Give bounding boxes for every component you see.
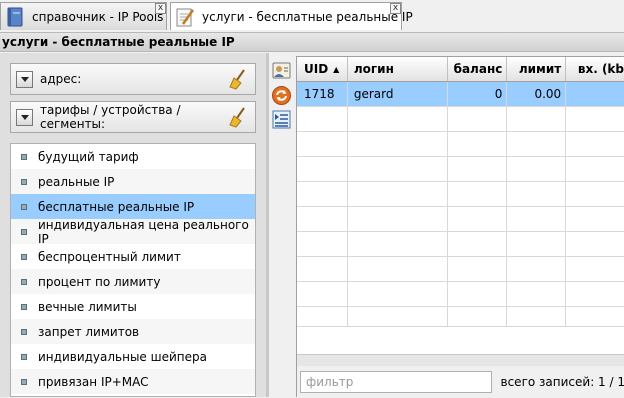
list-item-label: вечные лимиты bbox=[38, 299, 137, 314]
tab-bar: справочник - IP Pools x услуги - бесплат… bbox=[0, 0, 624, 32]
list-item[interactable]: вечные лимиты bbox=[11, 294, 255, 319]
cell-balance: 0 bbox=[448, 82, 508, 106]
pencil-icon bbox=[176, 8, 195, 26]
tab-label: справочник - IP Pools bbox=[32, 9, 164, 24]
services-list: будущий тариф реальные IP бесплатные реа… bbox=[10, 143, 256, 397]
list-item[interactable]: индивидуальная цена реального IP bbox=[11, 217, 255, 246]
filter-input[interactable] bbox=[300, 371, 492, 393]
table-row[interactable]: 1718 gerard 0 0.00 bbox=[297, 82, 624, 107]
user-card-icon[interactable] bbox=[271, 60, 292, 81]
bullet-icon bbox=[21, 303, 27, 310]
close-icon[interactable]: x bbox=[390, 3, 401, 14]
bullet-icon bbox=[21, 203, 27, 210]
bullet-icon bbox=[21, 253, 27, 260]
empty-row bbox=[297, 107, 624, 132]
list-item-label: беспроцентный лимит bbox=[38, 249, 181, 264]
empty-row bbox=[297, 307, 624, 327]
list-item[interactable]: будущий тариф bbox=[11, 144, 255, 169]
refresh-icon[interactable] bbox=[271, 85, 292, 106]
column-header-login[interactable]: логин bbox=[348, 57, 448, 81]
list-item[interactable]: реальные IP bbox=[11, 169, 255, 194]
grid-footer: всего записей: 1 / 1 bbox=[297, 366, 624, 398]
address-filter: адрес: bbox=[10, 63, 256, 95]
page-title: услуги - бесплатные реальные IP bbox=[0, 32, 624, 52]
broom-icon[interactable] bbox=[227, 68, 249, 90]
chevron-down-icon[interactable] bbox=[16, 70, 33, 88]
cell-limit: 0.00 bbox=[507, 82, 567, 106]
list-item-label: бесплатные реальные IP bbox=[38, 199, 195, 214]
list-item-label: запрет лимитов bbox=[38, 324, 140, 339]
empty-row bbox=[297, 132, 624, 157]
list-item-label: индивидуальные шейпера bbox=[38, 349, 207, 364]
column-header-balance[interactable]: баланс bbox=[448, 57, 508, 81]
cell-uid: 1718 bbox=[297, 82, 348, 106]
list-item-label: будущий тариф bbox=[38, 149, 139, 164]
tariffs-filter: тарифы / устройства / сегменты: bbox=[10, 101, 256, 133]
list-item[interactable]: беспроцентный лимит bbox=[11, 244, 255, 269]
cell-login: gerard bbox=[348, 82, 448, 106]
chevron-down-icon[interactable] bbox=[16, 108, 33, 126]
bullet-icon bbox=[21, 178, 27, 185]
list-item[interactable]: процент по лимиту bbox=[11, 269, 255, 294]
address-filter-label: адрес: bbox=[40, 72, 82, 86]
bullet-icon bbox=[21, 328, 27, 335]
list-item[interactable]: индивидуальные шейпера bbox=[11, 344, 255, 369]
horizontal-scrollbar[interactable] bbox=[297, 354, 624, 366]
left-panel: адрес: тарифы / устройства / сегменты: б… bbox=[0, 53, 266, 397]
column-header-limit[interactable]: лимит bbox=[507, 57, 567, 81]
column-header-label: UID bbox=[304, 62, 329, 76]
users-grid: UID ▲ логин баланс лимит вх. (kb 1718 ger… bbox=[296, 56, 624, 398]
empty-row bbox=[297, 232, 624, 257]
column-header-incoming[interactable]: вх. (kb bbox=[566, 57, 624, 81]
cell-incoming bbox=[566, 82, 624, 106]
list-item-label: процент по лимиту bbox=[38, 274, 161, 289]
empty-row bbox=[297, 257, 624, 282]
tab-label: услуги - бесплатные реальные IP bbox=[202, 9, 413, 24]
bullet-icon bbox=[21, 278, 27, 285]
tariffs-filter-label: тарифы / устройства / сегменты: bbox=[40, 103, 181, 131]
list-item[interactable]: запрет лимитов bbox=[11, 319, 255, 344]
list-item[interactable]: привязан IP+MAC bbox=[11, 369, 255, 394]
empty-row bbox=[297, 282, 624, 307]
bullet-icon bbox=[21, 378, 27, 385]
list-icon[interactable] bbox=[271, 109, 292, 130]
notebook-icon bbox=[7, 7, 23, 26]
grid-header: UID ▲ логин баланс лимит вх. (kb bbox=[297, 57, 624, 82]
tab-ip-pools[interactable]: справочник - IP Pools x bbox=[0, 2, 167, 30]
sort-asc-icon: ▲ bbox=[333, 64, 340, 74]
empty-row bbox=[297, 157, 624, 182]
close-icon[interactable]: x bbox=[155, 3, 166, 14]
list-item-label: реальные IP bbox=[38, 174, 115, 189]
list-item[interactable]: бесплатные реальные IP bbox=[11, 194, 255, 219]
list-item-label: индивидуальная цена реального IP bbox=[38, 217, 249, 246]
broom-icon[interactable] bbox=[227, 106, 249, 128]
record-count: всего записей: 1 / 1 bbox=[500, 375, 624, 389]
bullet-icon bbox=[21, 153, 27, 160]
empty-row bbox=[297, 207, 624, 232]
column-header-uid[interactable]: UID ▲ bbox=[297, 57, 348, 81]
tab-free-real-ip[interactable]: услуги - бесплатные реальные IP x bbox=[170, 2, 413, 30]
grid-toolbar bbox=[269, 53, 294, 397]
bullet-icon bbox=[21, 353, 27, 360]
list-item-label: привязан IP+MAC bbox=[38, 374, 149, 389]
bullet-icon bbox=[21, 228, 27, 235]
empty-row bbox=[297, 182, 624, 207]
